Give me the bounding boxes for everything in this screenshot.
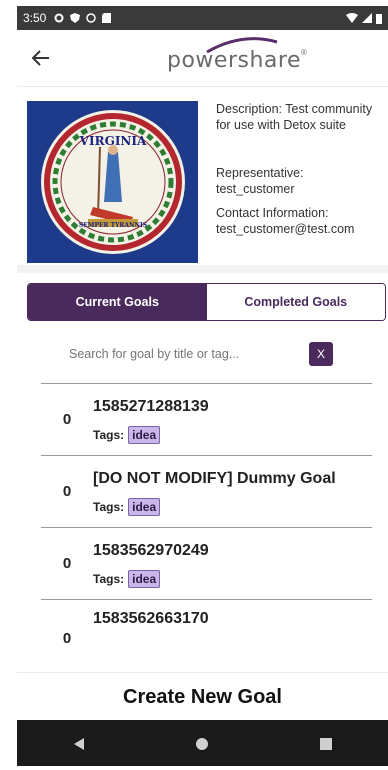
status-system-icons (346, 13, 382, 24)
contact-label: Contact Information: (216, 206, 329, 220)
wifi-icon (346, 13, 358, 23)
arrow-left-icon (32, 50, 49, 66)
status-time: 3:50 (23, 11, 47, 25)
back-triangle-icon[interactable] (72, 737, 86, 751)
goal-item[interactable]: 0 1585271288139 Tags: idea (41, 384, 372, 456)
goal-item[interactable]: 0 1583562663170 (41, 600, 372, 647)
back-button[interactable] (17, 30, 65, 86)
battery-icon (376, 13, 382, 24)
goal-title: [DO NOT MODIFY] Dummy Goal (93, 469, 336, 487)
community-info: VIRGINIA SEMPER TYRANNIS Description: Te… (17, 87, 388, 263)
tag-chip[interactable]: idea (128, 497, 161, 516)
tags-label: Tags: (93, 427, 125, 442)
goal-count: 0 (62, 630, 72, 647)
goal-list: 0 1585271288139 Tags: idea 0 [DO NOT MODI… (41, 383, 372, 647)
search-input[interactable] (67, 346, 291, 362)
tab-completed-goals[interactable]: Completed Goals (206, 284, 385, 320)
goal-item[interactable]: 0 1583562970249 Tags: idea (41, 528, 372, 600)
representative-label: Representative: (216, 166, 304, 180)
app-bar: powershare® (17, 30, 388, 87)
community-image: VIRGINIA SEMPER TYRANNIS (27, 101, 198, 263)
logo-swoosh-icon (206, 37, 278, 54)
contact-value: test_customer@test.com (216, 222, 355, 236)
sd-card-icon (102, 13, 112, 23)
clear-search-button[interactable]: X (309, 342, 333, 366)
goal-title: 1583562663170 (93, 610, 209, 627)
tag-chip[interactable]: idea (128, 425, 161, 444)
goal-search: X (17, 329, 388, 379)
goal-count: 0 (62, 483, 72, 500)
svg-text:SEMPER TYRANNIS: SEMPER TYRANNIS (78, 222, 146, 229)
shield-icon (70, 13, 81, 23)
status-notification-icons (54, 13, 112, 23)
goal-count: 0 (62, 411, 72, 428)
community-description: Description: Test community for use with… (216, 102, 373, 132)
tags-label: Tags: (93, 571, 125, 586)
goal-title: 1583562970249 (93, 541, 209, 559)
circle-icon (86, 13, 97, 23)
home-circle-icon[interactable] (195, 737, 209, 751)
logo-registered-mark: ® (300, 48, 307, 57)
tab-current-goals[interactable]: Current Goals (28, 284, 207, 320)
virginia-seal-icon: VIRGINIA SEMPER TYRANNIS (40, 110, 185, 254)
goal-tabs: Current Goals Completed Goals (27, 283, 386, 321)
section-divider (17, 265, 388, 273)
powershare-logo: powershare® (167, 37, 307, 73)
create-new-goal-button[interactable]: Create New Goal (17, 672, 388, 721)
app-frame: 3:50 powershare® VIRGINIA SEMPER TYRANNI… (17, 6, 388, 766)
goal-count: 0 (62, 555, 72, 572)
goal-title: 1585271288139 (93, 397, 209, 415)
community-details: Description: Test community for use with… (198, 101, 378, 241)
signal-icon (362, 13, 372, 23)
recents-square-icon[interactable] (319, 737, 333, 751)
tag-chip[interactable]: idea (128, 569, 161, 588)
goal-item[interactable]: 0 [DO NOT MODIFY] Dummy Goal Tags: idea (41, 456, 372, 528)
gear-icon (54, 13, 64, 23)
representative-value: test_customer (216, 182, 295, 196)
android-nav-bar (17, 720, 388, 766)
tags-label: Tags: (93, 499, 125, 514)
status-bar: 3:50 (17, 6, 388, 30)
